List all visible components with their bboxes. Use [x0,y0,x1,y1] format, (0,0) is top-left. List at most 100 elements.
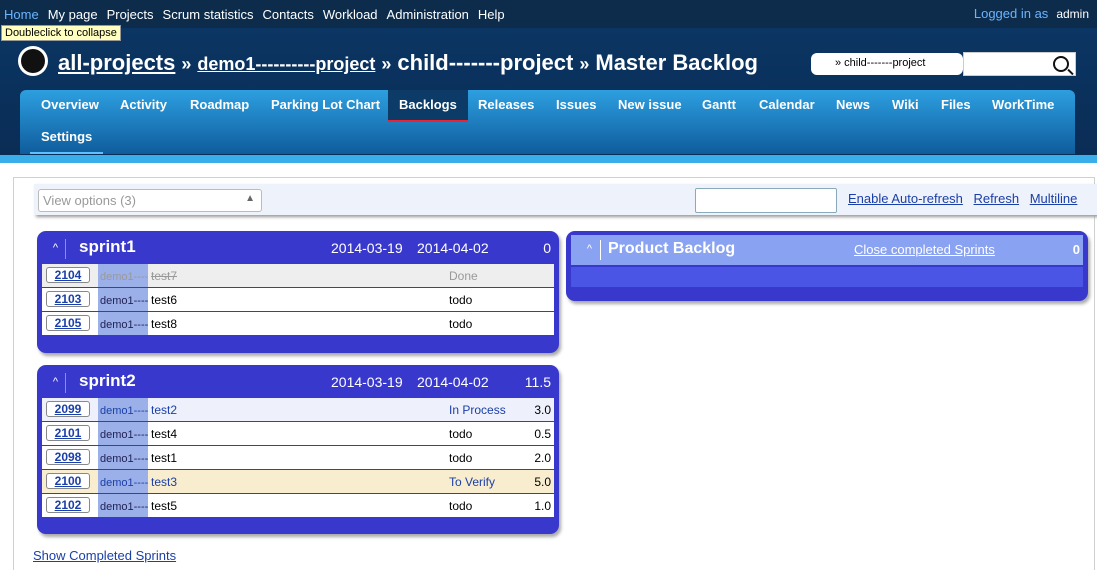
tab-gantt[interactable]: Gantt [691,90,747,122]
header: all-projects» demo1----------project» chil… [0,28,1097,155]
close-completed-sprints-link[interactable]: Close completed Sprints [854,242,995,257]
story-subject[interactable]: test5 [151,499,177,513]
filter-input[interactable] [695,188,837,213]
top-menu-home[interactable]: Home [4,7,39,22]
user-link[interactable]: admin [1056,7,1089,21]
tab-parking-lot-chart[interactable]: Parking Lot Chart [260,90,391,122]
tab-files[interactable]: Files [930,90,982,122]
project-jump-select[interactable]: » child-------project [811,53,963,75]
sprint-end-date[interactable]: 2014-04-02 [417,374,489,390]
show-completed-sprints-link[interactable]: Show Completed Sprints [33,548,176,563]
logged-in-as: Logged in as admin [974,6,1089,21]
story-id[interactable]: 2104 [46,267,90,283]
logged-in-label: Logged in as [973,6,1049,21]
product-backlog-list [571,267,1083,287]
story-row[interactable]: 2102 demo1---- test5 todo 1.0 [42,494,554,517]
story-project: demo1---- [98,422,148,445]
backlogs-toolbar: View options (3) ▲ Enable Auto-refresh R… [34,184,1097,215]
story-status[interactable]: todo [449,499,472,513]
product-backlog-points: 0 [1072,242,1080,257]
tab-releases[interactable]: Releases [467,90,545,122]
story-row[interactable]: 2103 demo1---- test6 todo [42,288,554,311]
multiline-link[interactable]: Multiline [1030,191,1078,206]
story-subject[interactable]: test3 [151,475,177,489]
story-status[interactable]: Done [449,269,478,283]
tab-activity[interactable]: Activity [109,90,178,122]
breadcrumb-all-projects[interactable]: all-projects [58,50,175,75]
story-id[interactable]: 2101 [46,425,90,441]
tab-calendar[interactable]: Calendar [748,90,826,122]
story-project: demo1---- [98,398,148,421]
sprint-name[interactable]: sprint1 [79,237,136,257]
story-subject[interactable]: test2 [151,403,177,417]
story-status[interactable]: todo [449,427,472,441]
tab-roadmap[interactable]: Roadmap [179,90,260,122]
story-subject[interactable]: test7 [151,269,177,283]
collapse-toggle-icon[interactable]: ^ [46,373,66,393]
story-row[interactable]: 2105 demo1---- test8 todo [42,312,554,335]
story-id[interactable]: 2105 [46,315,90,331]
breadcrumb-separator: » [181,54,192,74]
story-id[interactable]: 2099 [46,401,90,417]
sprint-end-date[interactable]: 2014-04-02 [417,240,489,256]
header-divider [0,155,1097,163]
story-status[interactable]: todo [449,293,472,307]
story-subject[interactable]: test1 [151,451,177,465]
toolbar-links: Enable Auto-refresh Refresh Multiline [848,191,1084,206]
story-row[interactable]: 2098 demo1---- test1 todo 2.0 [42,446,554,469]
top-menu-workload[interactable]: Workload [323,7,378,22]
tab-wiki[interactable]: Wiki [881,90,930,122]
enable-auto-refresh-link[interactable]: Enable Auto-refresh [848,191,963,206]
collapse-toggle-icon[interactable]: ^ [579,240,601,260]
top-menu-projects[interactable]: Projects [107,7,154,22]
tab-issues[interactable]: Issues [545,90,607,122]
story-status[interactable]: todo [449,317,472,331]
story-status[interactable]: todo [449,451,472,465]
story-points[interactable]: 3.0 [534,403,551,417]
story-row[interactable]: 2104 demo1---- test7 Done [42,264,554,287]
story-row[interactable]: 2101 demo1---- test4 todo 0.5 [42,422,554,445]
story-row[interactable]: 2099 demo1---- test2 In Process 3.0 [42,398,554,421]
content: View options (3) ▲ Enable Auto-refresh R… [13,177,1097,570]
top-menu-my-page[interactable]: My page [48,7,98,22]
quick-search-input[interactable] [963,52,1076,76]
top-menu-scrum-statistics[interactable]: Scrum statistics [163,7,254,22]
story-id[interactable]: 2100 [46,473,90,489]
story-status[interactable]: To Verify [449,475,495,489]
story-points[interactable]: 2.0 [534,451,551,465]
top-menu-help[interactable]: Help [478,7,505,22]
sprint-velocity: 11.5 [524,374,551,390]
top-menu: Home My page Projects Scrum statistics C… [0,0,1097,28]
story-points[interactable]: 0.5 [534,427,551,441]
sprint-name[interactable]: sprint2 [79,371,136,391]
story-id[interactable]: 2098 [46,449,90,465]
refresh-link[interactable]: Refresh [974,191,1020,206]
story-points[interactable]: 5.0 [534,475,551,489]
top-menu-administration[interactable]: Administration [387,7,469,22]
tab-worktime[interactable]: WorkTime [981,90,1065,122]
collapse-toggle-icon[interactable]: ^ [46,239,66,259]
product-backlog: ^ Product Backlog Close completed Sprint… [566,231,1088,301]
story-project: demo1---- [98,446,148,469]
sprint-start-date[interactable]: 2014-03-19 [331,240,403,256]
tab-overview[interactable]: Overview [30,90,110,122]
story-row[interactable]: 2100 demo1---- test3 To Verify 5.0 [42,470,554,493]
tab-news[interactable]: News [825,90,881,122]
story-id[interactable]: 2102 [46,497,90,513]
sprint-start-date[interactable]: 2014-03-19 [331,374,403,390]
story-status[interactable]: In Process [449,403,506,417]
story-points[interactable]: 1.0 [534,499,551,513]
story-subject[interactable]: test4 [151,427,177,441]
product-backlog-header: ^ Product Backlog Close completed Sprint… [571,235,1083,265]
tab-new-issue[interactable]: New issue [607,90,693,122]
story-id[interactable]: 2103 [46,291,90,307]
tab-settings[interactable]: Settings [30,122,104,154]
search-icon[interactable] [1053,56,1069,72]
tab-backlogs[interactable]: Backlogs [388,90,468,122]
top-menu-contacts[interactable]: Contacts [263,7,314,22]
story-project: demo1---- [98,470,148,493]
story-subject[interactable]: test6 [151,293,177,307]
story-subject[interactable]: test8 [151,317,177,331]
view-options-select[interactable]: View options (3) ▲ [38,189,262,212]
breadcrumb-demo1-project[interactable]: demo1----------project [197,54,375,74]
